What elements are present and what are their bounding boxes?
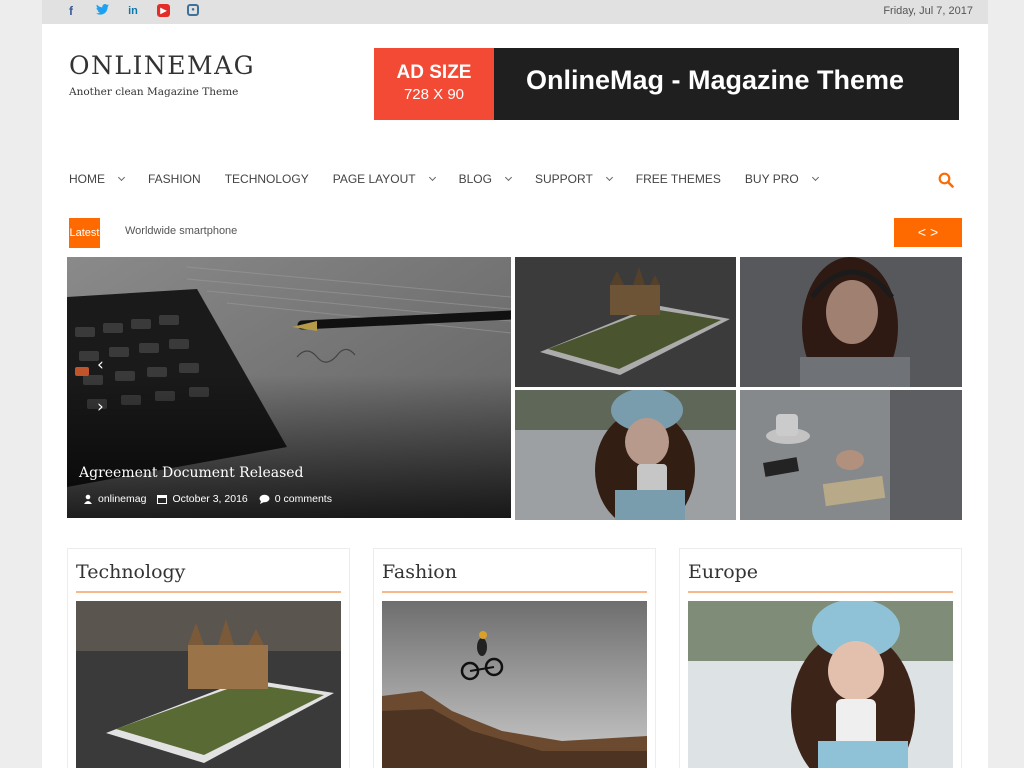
category-title[interactable]: Europe (688, 561, 758, 583)
ad-text: OnlineMag - Magazine Theme (526, 65, 905, 95)
chevron-down-icon (504, 173, 513, 182)
category-divider (382, 591, 647, 593)
featured-title[interactable]: Agreement Document Released (79, 465, 304, 481)
grid-tile-writing[interactable] (740, 390, 962, 520)
featured-date: October 3, 2016 (172, 493, 248, 505)
user-icon (84, 494, 92, 504)
chevron-down-icon (428, 173, 436, 182)
chevron-down-icon (605, 173, 613, 182)
nav-item-label: HOME (69, 172, 105, 186)
slider-next-arrow[interactable]: › (97, 397, 104, 417)
featured-author[interactable]: onlinemag (98, 493, 146, 505)
ad-size-label: AD SIZE (396, 62, 472, 83)
calendar-icon (157, 495, 168, 504)
ticker-headline[interactable]: Worldwide smartphone (125, 225, 237, 237)
top-bar: f in ▶ ● Friday, Jul 7, 2017 (42, 0, 988, 24)
comment-icon (259, 494, 270, 504)
grid-tile-winter-mug[interactable] (515, 390, 736, 520)
category-box-europe: Europe (679, 548, 962, 768)
headphones-woman-image (740, 257, 962, 387)
nav-item-label: SUPPORT (534, 172, 593, 186)
bike-jump-image (382, 601, 647, 768)
social-links: f in ▶ ● (64, 4, 199, 18)
nav-item-home[interactable]: HOME (69, 172, 126, 186)
ad-dimensions: 728 X 90 (403, 86, 465, 103)
nav-item-support[interactable]: SUPPORT (534, 172, 613, 186)
category-title[interactable]: Fashion (382, 561, 457, 583)
chevron-down-icon (117, 173, 126, 182)
facebook-icon[interactable]: f (64, 4, 78, 18)
writing-woman-image (740, 390, 962, 520)
nav-item-fashion[interactable]: FASHION (148, 172, 201, 186)
instagram-icon[interactable]: ● (187, 4, 199, 16)
youtube-icon[interactable]: ▶ (157, 4, 170, 17)
search-icon[interactable] (938, 172, 954, 188)
ticker-nav-button[interactable]: < > (894, 218, 962, 247)
featured-slide[interactable]: ‹ › Agreement Document Released onlinema… (67, 257, 511, 518)
current-date: Friday, Jul 7, 2017 (883, 5, 973, 17)
nav-item-free-themes[interactable]: FREE THEMES (636, 172, 721, 186)
winter-mug-image (688, 601, 953, 768)
twitter-icon[interactable] (95, 4, 109, 18)
chevron-down-icon (811, 173, 819, 182)
ad-size-block: AD SIZE 728 X 90 (374, 48, 494, 120)
latest-badge: Latest (69, 218, 100, 248)
category-image-technology[interactable] (76, 601, 341, 768)
castle-phone-image (515, 257, 736, 387)
category-image-fashion[interactable] (382, 601, 647, 768)
nav-item-technology[interactable]: TECHNOLOGY (225, 172, 309, 186)
category-box-technology: Technology (67, 548, 350, 768)
linkedin-icon[interactable]: in (126, 4, 140, 18)
nav-item-label: FREE THEMES (635, 172, 721, 186)
page-container: ONLINEMAG Another clean Magazine Theme A… (42, 24, 988, 768)
castle-phone-image (76, 601, 341, 768)
nav-item-label: FASHION (148, 172, 201, 186)
category-divider (688, 591, 953, 593)
nav-item-label: BUY PRO (744, 172, 799, 186)
winter-mug-image (515, 390, 736, 520)
nav-item-label: BLOG (458, 172, 492, 186)
nav-item-buy-pro[interactable]: BUY PRO (744, 172, 819, 186)
nav-item-label: TECHNOLOGY (224, 172, 309, 186)
category-box-fashion: Fashion (373, 548, 656, 768)
featured-comments[interactable]: 0 comments (275, 493, 332, 505)
featured-meta: onlinemag October 3, 2016 0 comments (83, 493, 332, 505)
grid-tile-headphones[interactable] (740, 257, 962, 387)
nav-item-page-layout[interactable]: PAGE LAYOUT (332, 172, 436, 186)
grid-tile-castle-phone[interactable] (515, 257, 736, 387)
nav-item-blog[interactable]: BLOG (458, 172, 513, 186)
category-title[interactable]: Technology (76, 561, 185, 583)
main-nav: HOME FASHION TECHNOLOGY PAGE LAYOUT BLOG… (69, 172, 842, 186)
nav-item-label: PAGE LAYOUT (332, 172, 416, 186)
category-image-europe[interactable] (688, 601, 953, 768)
site-tagline: Another clean Magazine Theme (69, 86, 239, 98)
slider-prev-arrow[interactable]: ‹ (97, 355, 104, 375)
site-logo[interactable]: ONLINEMAG (69, 51, 255, 80)
category-divider (76, 591, 341, 593)
ad-banner[interactable]: AD SIZE 728 X 90 OnlineMag - Magazine Th… (374, 48, 959, 120)
